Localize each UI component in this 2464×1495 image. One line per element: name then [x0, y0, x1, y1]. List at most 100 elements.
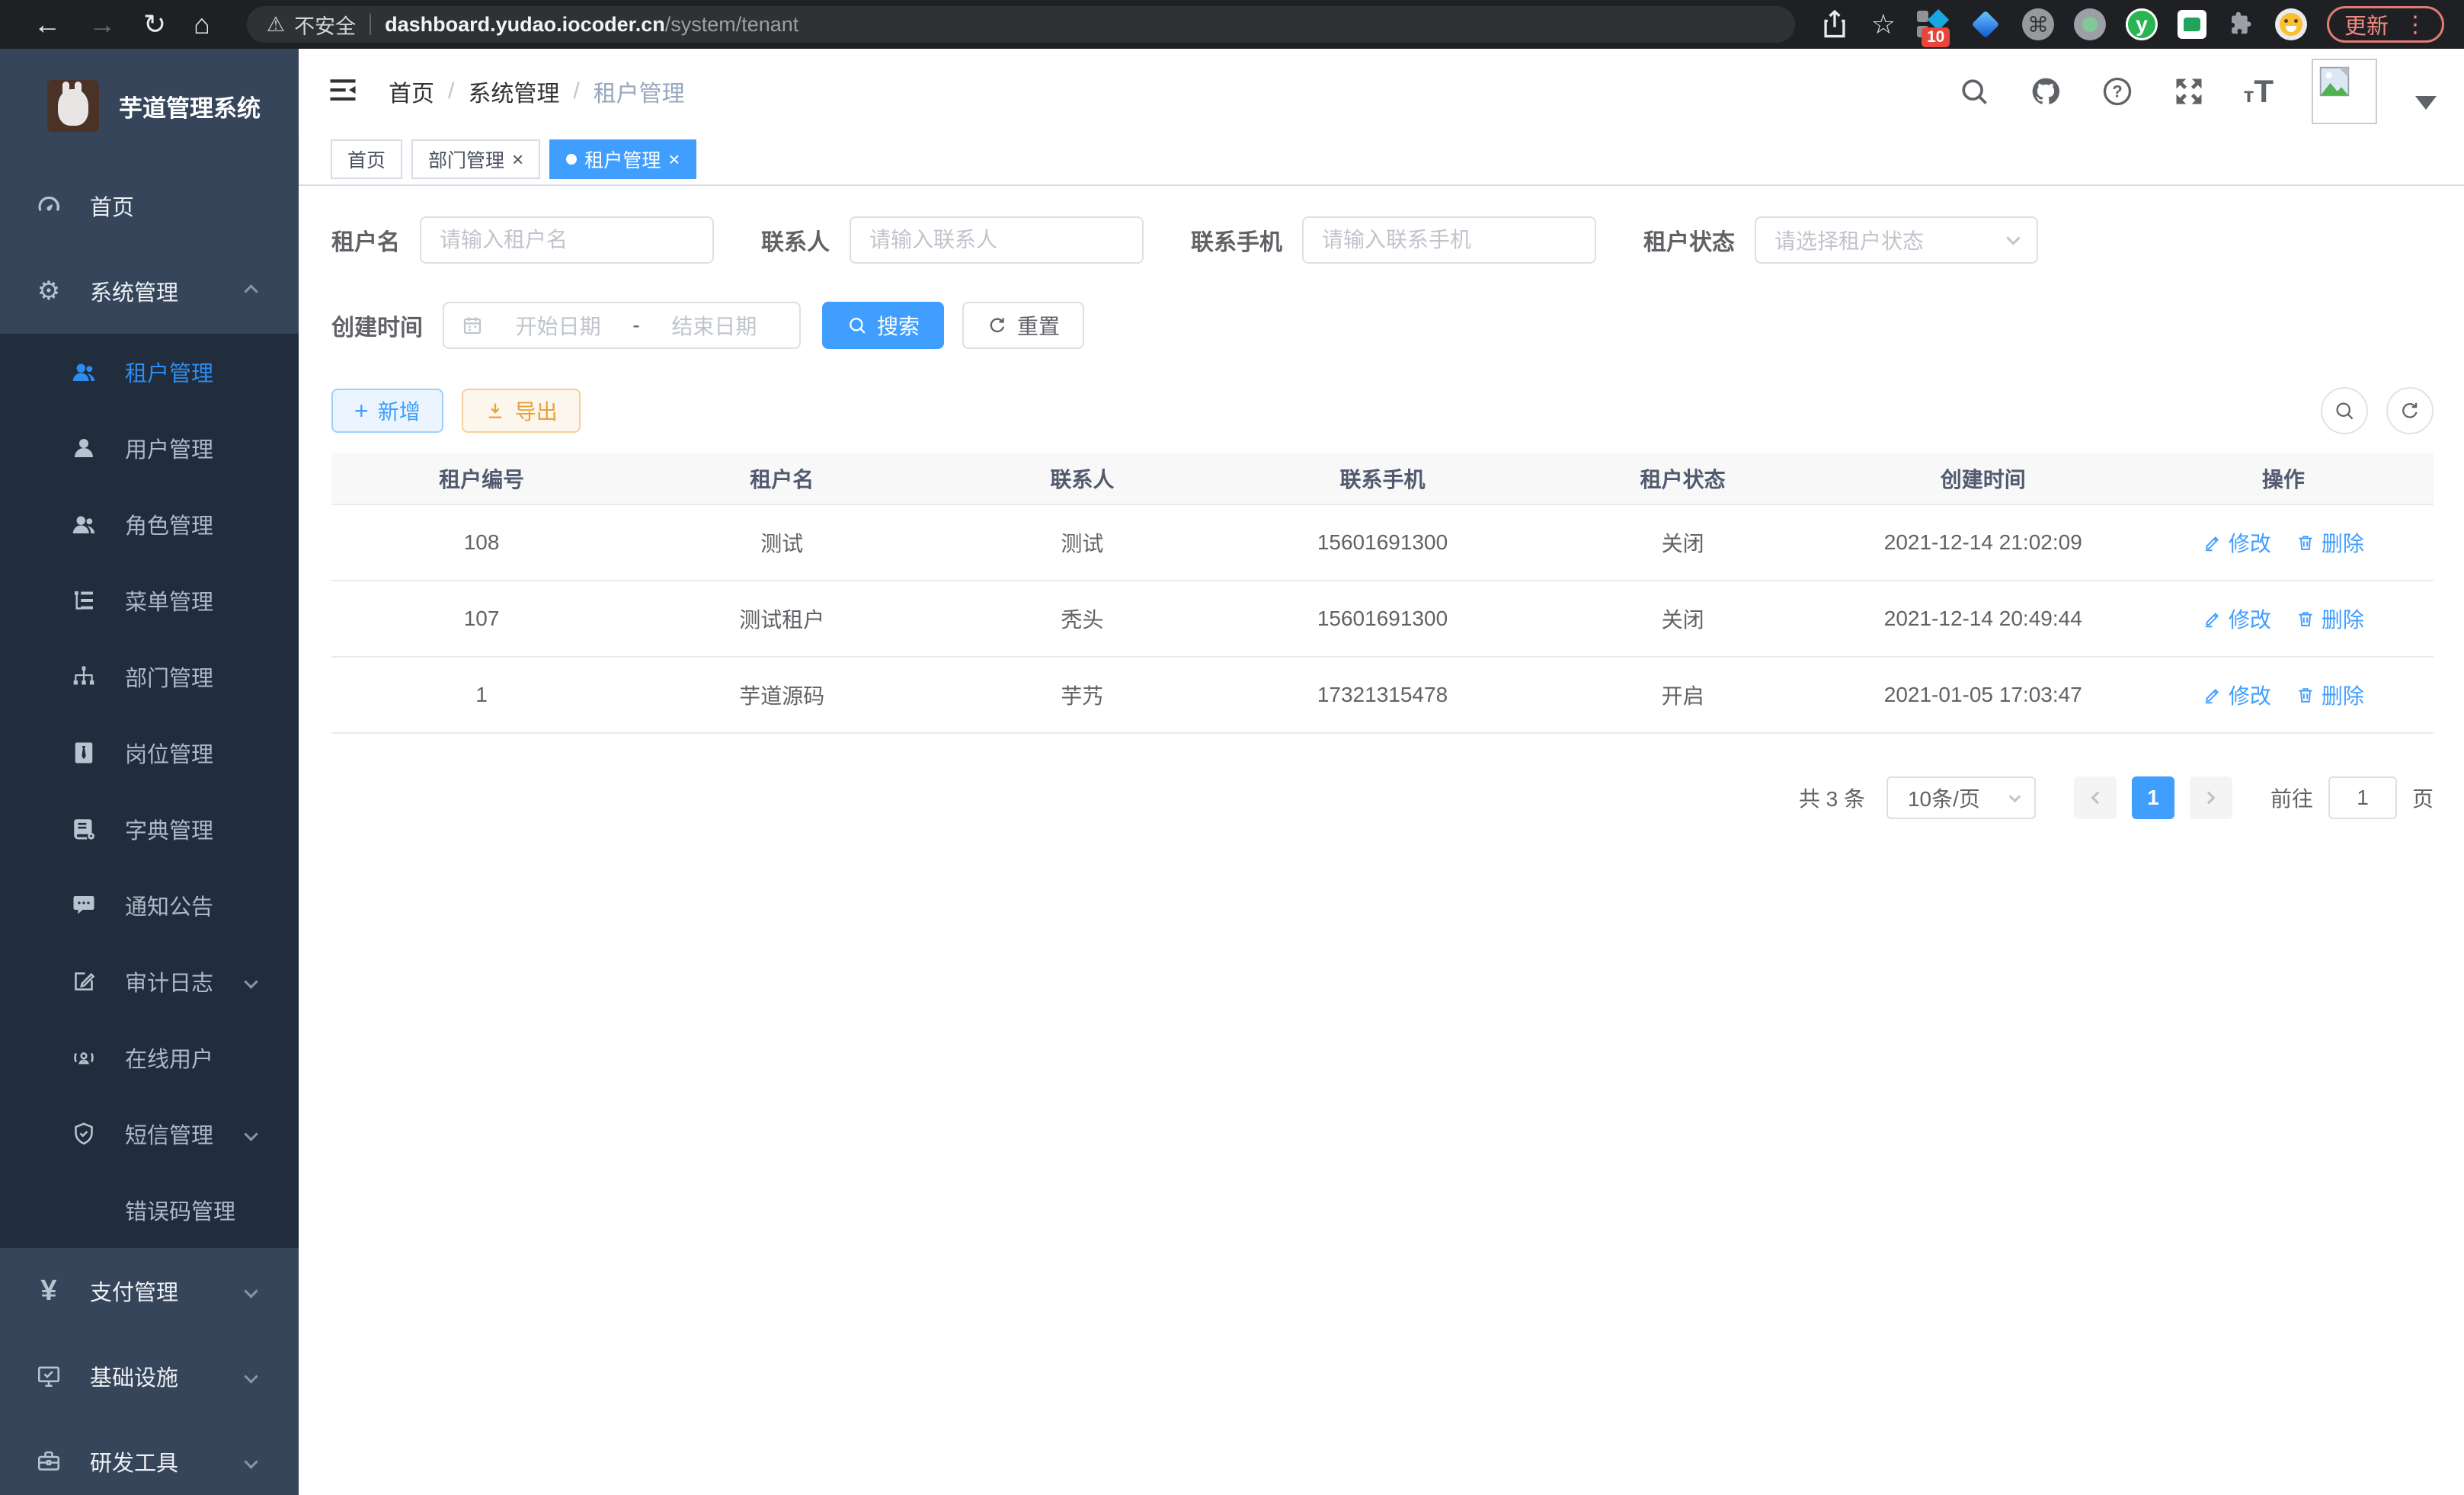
sidebar-item-online-user[interactable]: 在线用户: [0, 1020, 299, 1096]
extension-emoji-icon[interactable]: [2275, 8, 2307, 40]
share-icon[interactable]: [1818, 8, 1851, 41]
table-row: 108测试测试15601691300关闭2021-12-14 21:02:09修…: [331, 504, 2434, 581]
edit-button[interactable]: 修改: [2203, 680, 2271, 710]
sidebar-item-dev-tool[interactable]: 研发工具: [0, 1419, 299, 1495]
help-icon[interactable]: ?: [2101, 75, 2134, 108]
breadcrumb-system[interactable]: 系统管理: [468, 75, 559, 108]
filter-row-2: 创建时间 开始日期 - 结束日期 搜索 重置: [331, 302, 2434, 349]
sidebar-menu: 首页⚙系统管理租户管理用户管理角色管理菜单管理部门管理岗位管理字典管理通知公告审…: [0, 163, 299, 1495]
sidebar-item-post[interactable]: 岗位管理: [0, 715, 299, 791]
menu-tree-icon: [67, 587, 101, 614]
next-page-button[interactable]: [2190, 776, 2232, 819]
extension-command-icon[interactable]: ⌘: [2022, 8, 2054, 40]
status-select[interactable]: 请选择租户状态: [1755, 216, 2038, 264]
yen-icon: ¥: [32, 1276, 66, 1305]
notice-icon: [67, 892, 101, 919]
create-time-range-picker[interactable]: 开始日期 - 结束日期: [443, 302, 801, 349]
post-icon: [67, 739, 101, 767]
refresh-button[interactable]: [2386, 387, 2434, 434]
column-header: 租户编号: [331, 453, 632, 504]
reset-button[interactable]: 重置: [962, 302, 1084, 349]
sidebar-item-notice[interactable]: 通知公告: [0, 867, 299, 943]
breadcrumb: 首页 / 系统管理 / 租户管理: [389, 75, 685, 108]
avatar-dropdown-icon[interactable]: [2415, 96, 2437, 110]
goto-page-input[interactable]: [2328, 776, 2397, 819]
delete-button[interactable]: 删除: [2296, 680, 2364, 710]
sidebar-item-infra[interactable]: 基础设施: [0, 1333, 299, 1419]
url-path: /system/tenant: [665, 13, 799, 37]
font-size-icon[interactable]: тT: [2244, 73, 2274, 110]
mobile-input[interactable]: [1302, 216, 1596, 264]
sidebar-item-user[interactable]: 用户管理: [0, 410, 299, 486]
cell-status: 开启: [1533, 657, 1833, 733]
sidebar-item-system[interactable]: ⚙系统管理: [0, 248, 299, 334]
extension-kite-icon[interactable]: [1969, 8, 2002, 41]
reload-icon[interactable]: ↻: [143, 11, 166, 38]
sidebar-item-pay[interactable]: ¥支付管理: [0, 1248, 299, 1333]
cell-name: 芋道源码: [632, 657, 932, 733]
back-icon[interactable]: ←: [34, 11, 61, 38]
export-button[interactable]: 导出: [462, 389, 581, 433]
tabs-bar: 首页部门管理×租户管理×: [299, 134, 2464, 186]
plus-icon: +: [354, 399, 369, 423]
delete-button[interactable]: 删除: [2296, 603, 2364, 634]
app-logo-row[interactable]: 芋道管理系统: [0, 49, 299, 163]
current-page[interactable]: 1: [2132, 776, 2174, 819]
create-time-label: 创建时间: [331, 309, 423, 342]
prev-page-button[interactable]: [2074, 776, 2117, 819]
add-button[interactable]: + 新增: [331, 389, 443, 433]
sidebar-item-error-code[interactable]: 错误码管理: [0, 1172, 299, 1248]
sidebar-item-sms[interactable]: 短信管理: [0, 1096, 299, 1172]
github-icon[interactable]: [2029, 75, 2062, 108]
active-tab-dot: [566, 154, 577, 165]
address-bar[interactable]: ⚠ 不安全 dashboard.yudao.iocoder.cn/system/…: [247, 6, 1795, 43]
contact-input[interactable]: [850, 216, 1144, 264]
tab-tenant[interactable]: 租户管理×: [549, 139, 696, 179]
update-label: 更新: [2344, 8, 2389, 40]
cell-mobile: 15601691300: [1232, 581, 1532, 657]
sidebar-item-dept[interactable]: 部门管理: [0, 639, 299, 715]
extensions-puzzle-icon[interactable]: [2226, 8, 2255, 41]
tab-dept[interactable]: 部门管理×: [411, 139, 540, 179]
cell-created: 2021-12-14 21:02:09: [1833, 504, 2133, 581]
close-icon[interactable]: ×: [668, 149, 680, 169]
sidebar-item-menu[interactable]: 菜单管理: [0, 562, 299, 639]
extension-record-icon[interactable]: [2074, 8, 2106, 40]
bookmark-star-icon[interactable]: ☆: [1871, 11, 1896, 38]
not-secure-icon: ⚠: [267, 13, 285, 37]
gear-icon: ⚙: [32, 278, 66, 304]
tab-home[interactable]: 首页: [331, 139, 402, 179]
update-button[interactable]: 更新 ⋮: [2327, 6, 2444, 43]
navbar: 首页 / 系统管理 / 租户管理 ? тT: [299, 49, 2464, 134]
extension-y-icon[interactable]: y: [2126, 8, 2158, 40]
browser-menu-icon[interactable]: ⋮: [2404, 11, 2427, 38]
tenant-name-input[interactable]: [420, 216, 714, 264]
sidebar-item-tenant[interactable]: 租户管理: [0, 334, 299, 410]
sidebar-item-role[interactable]: 角色管理: [0, 486, 299, 562]
breadcrumb-home[interactable]: 首页: [389, 75, 434, 108]
close-icon[interactable]: ×: [512, 149, 523, 169]
avatar[interactable]: [2312, 59, 2377, 124]
forward-icon[interactable]: →: [88, 11, 116, 38]
search-button[interactable]: 搜索: [822, 302, 944, 349]
home-icon[interactable]: ⌂: [194, 11, 210, 38]
extension-grid-icon[interactable]: 10: [1915, 8, 1949, 41]
toolbox-icon: [32, 1448, 66, 1475]
end-date-placeholder: 结束日期: [646, 310, 782, 341]
sidebar: 芋道管理系统 首页⚙系统管理租户管理用户管理角色管理菜单管理部门管理岗位管理字典…: [0, 49, 299, 1495]
extension-chat-icon[interactable]: [2178, 10, 2206, 39]
edit-button[interactable]: 修改: [2203, 527, 2271, 558]
fullscreen-icon[interactable]: [2172, 75, 2206, 108]
collapse-sidebar-icon[interactable]: [326, 73, 360, 110]
delete-button[interactable]: 删除: [2296, 527, 2364, 558]
show-search-button[interactable]: [2321, 387, 2368, 434]
mobile-label: 联系手机: [1191, 223, 1282, 257]
search-icon[interactable]: [1957, 75, 1991, 108]
cell-actions: 修改删除: [2133, 581, 2434, 657]
chevron-down-icon: [244, 975, 258, 988]
edit-button[interactable]: 修改: [2203, 603, 2271, 634]
sidebar-item-audit-log[interactable]: 审计日志: [0, 943, 299, 1020]
page-size-select[interactable]: 10条/页: [1886, 776, 2036, 819]
sidebar-item-home[interactable]: 首页: [0, 163, 299, 248]
sidebar-item-dict[interactable]: 字典管理: [0, 791, 299, 867]
